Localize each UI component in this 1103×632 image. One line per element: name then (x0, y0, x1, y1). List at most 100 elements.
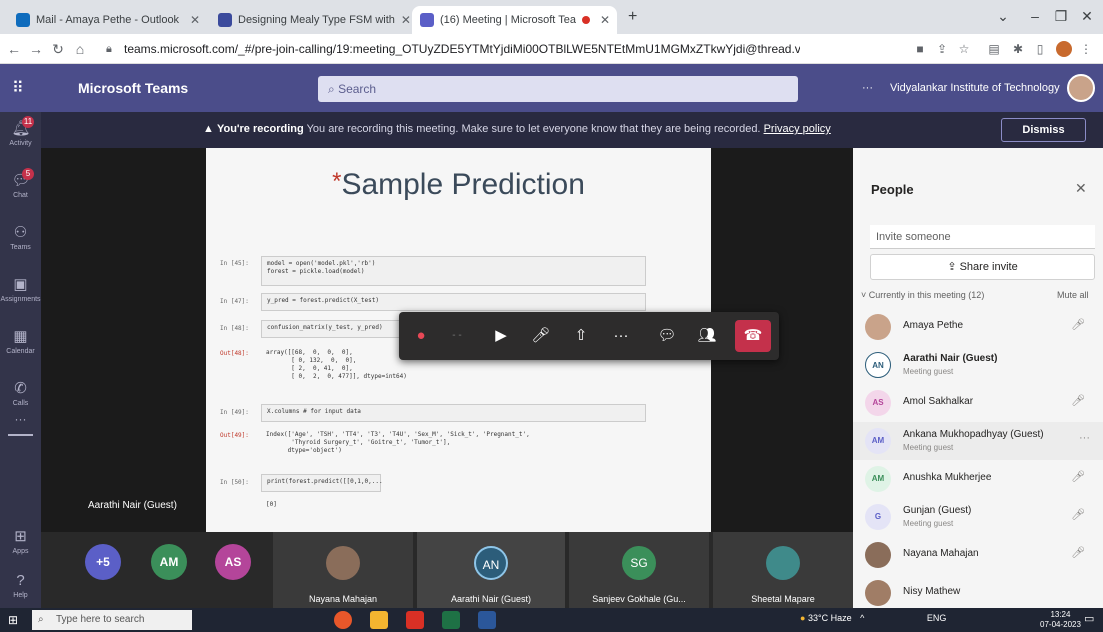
share-icon[interactable]: ⇪ (934, 41, 950, 57)
participant-row[interactable]: Nayana Mahajan 🎤︎ (853, 536, 1103, 574)
banner-message: ▲ You're recording You are recording thi… (203, 123, 831, 135)
app-launcher-icon[interactable]: ⠿ (12, 78, 24, 98)
browser-tab-fsm[interactable]: Designing Mealy Type FSM with ✕ (210, 6, 410, 34)
more-actions-icon[interactable]: ··· (603, 320, 639, 352)
code-cell: print(forest.predict([[0,1,0,... (261, 474, 383, 492)
weather-text[interactable]: 33°C Haze (808, 613, 852, 623)
avatar (326, 546, 360, 580)
participant-row[interactable]: AM Ankana Mukhopadhyay (Guest) Meeting g… (853, 422, 1103, 460)
rail-label: Chat (13, 192, 28, 199)
warning-icon: ▲ (203, 123, 217, 135)
participant-tile[interactable]: Nayana Mahajan (273, 532, 413, 608)
dismiss-button[interactable]: Dismiss (1001, 118, 1086, 142)
reload-icon[interactable]: ↻ (48, 39, 68, 59)
rail-label: Teams (10, 244, 31, 251)
word-icon[interactable] (478, 611, 496, 629)
share-invite-label: Share invite (959, 261, 1018, 273)
avatar: AM (865, 428, 891, 454)
close-tab-icon[interactable]: ✕ (401, 13, 410, 27)
rail-item-activity[interactable]: 🔔︎ 11 Activity (0, 112, 41, 164)
windows-start-icon[interactable]: ⊞ (8, 613, 18, 627)
mic-off-icon[interactable]: 🎤︎ (1071, 508, 1085, 521)
search-input[interactable]: ⌕ Search (318, 76, 798, 102)
extension-icon[interactable]: ▤ (986, 41, 1002, 57)
forward-icon[interactable]: → (26, 39, 46, 59)
participant-tile[interactable]: SG Sanjeev Gokhale (Gu... (569, 532, 709, 608)
outlook-icon (16, 13, 30, 27)
back-icon[interactable]: ← (4, 39, 24, 59)
participant-row[interactable]: AM Anushka Mukherjee 🎤︎ (853, 460, 1103, 498)
bookmark-star-icon[interactable]: ☆ (956, 41, 972, 57)
address-bar[interactable]: 🔒︎ teams.microsoft.com/_#/pre-join-calli… (100, 38, 800, 60)
excel-icon[interactable] (442, 611, 460, 629)
taskbar-search[interactable]: ⌕ Type here to search (32, 610, 192, 630)
rail-item-chat[interactable]: 💬︎ 5 Chat (0, 164, 41, 216)
participant-tile[interactable]: AN Aarathi Nair (Guest) (417, 532, 565, 608)
participants-icon[interactable]: 👥︎ (689, 320, 725, 352)
participant-row[interactable]: AS Amol Sakhalkar 🎤︎ (853, 384, 1103, 422)
more-options-icon[interactable]: ··· (862, 82, 873, 94)
file-explorer-icon[interactable] (370, 611, 388, 629)
mic-off-icon[interactable]: 🎤︎ (1071, 318, 1085, 331)
org-name[interactable]: Vidyalankar Institute of Technology (890, 82, 1060, 94)
mute-all-button[interactable]: Mute all (1057, 290, 1089, 300)
cell-code: X.columns # for input data (267, 408, 361, 415)
close-tab-icon[interactable]: ✕ (190, 13, 200, 27)
mic-off-icon[interactable]: 🎤︎ (1071, 394, 1085, 407)
leave-call-button[interactable]: ☎ (735, 320, 771, 352)
notifications-icon[interactable]: ▭ (1084, 612, 1094, 625)
mic-off-icon[interactable]: 🎤︎ (1071, 470, 1085, 483)
record-icon[interactable]: ● (403, 320, 439, 352)
rail-label: Assignments (0, 296, 41, 303)
new-tab-button[interactable]: + (628, 8, 637, 26)
rail-item-calendar[interactable]: ▦ Calendar (0, 320, 41, 372)
participant-bubble[interactable]: AM (151, 544, 187, 580)
chat-icon[interactable]: 💬︎ (649, 320, 685, 352)
teams-icon (420, 13, 434, 27)
participant-row[interactable]: G Gunjan (Guest) Meeting guest 🎤︎ (853, 498, 1103, 536)
sidebar-icon[interactable]: ▯ (1032, 41, 1048, 57)
cell-prompt: Out[49]: (220, 432, 249, 439)
participant-bubble[interactable]: AS (215, 544, 251, 580)
participant-row[interactable]: Amaya Pethe 🎤︎ (853, 308, 1103, 346)
overflow-participants-bubble[interactable]: +5 (85, 544, 121, 580)
browser-tab-outlook[interactable]: Mail - Amaya Pethe - Outlook ✕ (8, 6, 208, 34)
close-icon[interactable]: ✕ (1075, 180, 1087, 197)
clock[interactable]: 13:24 07-04-2023 (1040, 610, 1081, 630)
more-options-icon[interactable]: ··· (1079, 432, 1090, 444)
language-indicator[interactable]: ENG (927, 613, 947, 623)
share-screen-icon[interactable]: ⇧ (563, 320, 599, 352)
camera-off-icon[interactable]: ▶︎ (483, 320, 519, 352)
profile-avatar[interactable] (1056, 41, 1072, 57)
rail-item-teams[interactable]: ⚇ Teams (0, 216, 41, 268)
chevron-down-icon: ˅ (861, 290, 869, 300)
participant-name: Ankana Mukhopadhyay (Guest) (903, 429, 1044, 440)
close-window-button[interactable]: ✕ (1070, 4, 1103, 28)
user-avatar[interactable] (1067, 74, 1095, 102)
mic-off-icon[interactable]: 🎤︎ (1071, 546, 1085, 559)
tab-search-icon[interactable]: ⌄ (986, 4, 1020, 28)
section-header[interactable]: ˅ Currently in this meeting (12) (861, 290, 984, 300)
mic-off-icon[interactable]: 🎤︎ (523, 320, 559, 352)
participant-row[interactable]: AN Aarathi Nair (Guest) Meeting guest (853, 346, 1103, 384)
people-panel: People ✕ Invite someone ⇪ Share invite ˅… (853, 148, 1103, 608)
camera-blocked-icon[interactable]: ■ (912, 41, 928, 57)
acrobat-icon[interactable] (406, 611, 424, 629)
puzzle-icon[interactable]: ✱ (1010, 41, 1026, 57)
code-cell: y_pred = forest.predict(X_test) (261, 293, 646, 311)
participant-row[interactable]: Nisy Mathew (853, 574, 1103, 608)
participant-tile[interactable]: Sheetal Mapare (713, 532, 853, 608)
rail-item-assignments[interactable]: ▣ Assignments (0, 268, 41, 320)
tray-chevron-icon[interactable]: ^ (860, 613, 864, 623)
menu-kebab-icon[interactable]: ⋮ (1078, 41, 1094, 57)
privacy-policy-link[interactable]: Privacy policy (764, 123, 831, 135)
close-tab-icon[interactable]: ✕ (600, 13, 610, 27)
invite-input[interactable]: Invite someone (870, 225, 1095, 249)
participant-name: Nayana Mahajan (903, 548, 979, 559)
share-icon: ⇪ (947, 261, 960, 273)
share-invite-button[interactable]: ⇪ Share invite (870, 254, 1095, 280)
rail-item-more[interactable]: ··· (0, 412, 41, 464)
chrome-icon[interactable] (334, 611, 352, 629)
browser-tab-teams[interactable]: (16) Meeting | Microsoft Tea ✕ (412, 6, 617, 34)
home-icon[interactable]: ⌂ (70, 39, 90, 59)
